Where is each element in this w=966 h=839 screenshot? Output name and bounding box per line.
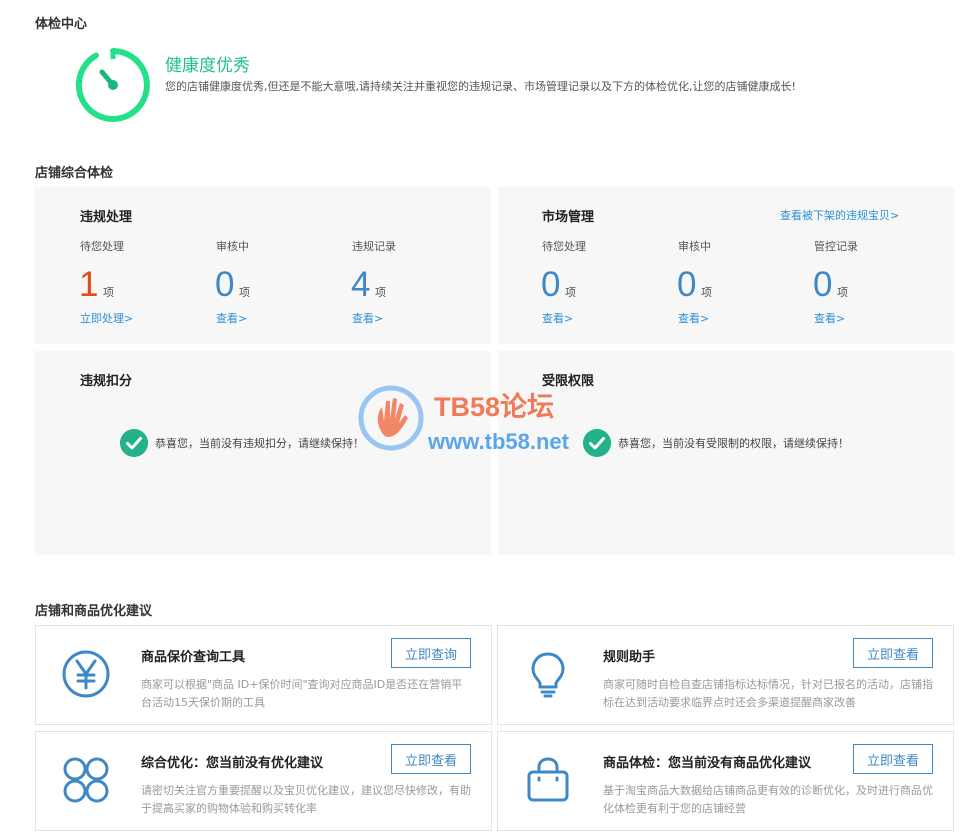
view-now-button[interactable]: 立即查看 bbox=[391, 744, 471, 774]
section-title-health: 体检中心 bbox=[35, 17, 88, 32]
stat-value-reviewing: 0 bbox=[677, 265, 697, 304]
stat-label-reviewing: 审核中 bbox=[216, 240, 249, 253]
query-now-button[interactable]: 立即查询 bbox=[391, 638, 471, 668]
stat-unit: 项 bbox=[701, 286, 712, 299]
stat-value-control: 0 bbox=[813, 265, 833, 304]
lightbulb-icon bbox=[531, 652, 565, 698]
stat-unit: 项 bbox=[837, 286, 848, 299]
stat-label-reviewing: 审核中 bbox=[678, 240, 711, 253]
suggestion-card-item-check: 商品体检：您当前没有商品优化建议 立即查看 基于淘宝商品大数据给店铺商品更有效的… bbox=[497, 731, 954, 831]
check-icon bbox=[583, 429, 611, 457]
card-title: 商品保价查询工具 bbox=[141, 650, 246, 665]
suggestion-card-rule-helper: 规则助手 立即查看 商家可随时自检自查店铺指标达标情况，针对已报名的活动，店铺指… bbox=[497, 625, 954, 725]
market-panel: 市场管理 查看被下架的违规宝贝> 待您处理 0 项 查看> 审核中 0 项 查看… bbox=[498, 187, 954, 344]
stat-unit: 项 bbox=[103, 286, 114, 299]
section-title-suggestions: 店铺和商品优化建议 bbox=[35, 604, 153, 619]
restriction-title: 受限权限 bbox=[542, 374, 595, 389]
view-pending-link[interactable]: 查看> bbox=[542, 310, 573, 326]
grid-circles-icon bbox=[63, 757, 109, 803]
card-desc: 基于淘宝商品大数据给店铺商品更有效的诊断优化，及时进行商品优化体检更有利于您的店… bbox=[603, 784, 933, 815]
shopping-bag-icon bbox=[527, 757, 569, 802]
restriction-message: 恭喜您，当前没有受限制的权限，请继续保持！ bbox=[618, 437, 849, 450]
suggestion-card-overall-optimize: 综合优化：您当前没有优化建议 立即查看 请密切关注官方重要提醒以及宝贝优化建议，… bbox=[35, 731, 492, 831]
stat-value-pending: 1 bbox=[79, 265, 99, 304]
view-records-link[interactable]: 查看> bbox=[352, 310, 383, 326]
stat-unit: 项 bbox=[565, 286, 576, 299]
stat-label-records: 违规记录 bbox=[352, 240, 396, 253]
stat-label-control: 管控记录 bbox=[814, 240, 858, 253]
health-status-title: 健康度优秀 bbox=[165, 56, 250, 76]
restriction-panel: 受限权限 恭喜您，当前没有受限制的权限，请继续保持！ bbox=[498, 351, 954, 555]
violations-title: 违规处理 bbox=[80, 210, 133, 225]
card-desc: 请密切关注官方重要提醒以及宝贝优化建议，建议您尽快修改，有助于提高买家的购物体验… bbox=[141, 784, 471, 815]
handle-now-link[interactable]: 立即处理> bbox=[80, 310, 133, 326]
stat-label-pending: 待您处理 bbox=[542, 240, 586, 253]
stat-unit: 项 bbox=[375, 286, 386, 299]
stat-value-pending: 0 bbox=[541, 265, 561, 304]
view-control-link[interactable]: 查看> bbox=[814, 310, 845, 326]
section-title-overall: 店铺综合体检 bbox=[35, 166, 114, 181]
card-desc: 商家可以根据"商品 ID+保价时间"查询对应商品ID是否还在营销平台活动15天保… bbox=[141, 678, 463, 709]
stat-unit: 项 bbox=[239, 286, 250, 299]
view-now-button[interactable]: 立即查看 bbox=[853, 638, 933, 668]
deduction-title: 违规扣分 bbox=[80, 374, 133, 389]
check-icon bbox=[120, 429, 148, 457]
card-title: 规则助手 bbox=[603, 650, 656, 665]
stat-value-reviewing: 0 bbox=[215, 265, 235, 304]
deduction-message: 恭喜您，当前没有违规扣分，请继续保持！ bbox=[155, 437, 364, 450]
view-reviewing-link[interactable]: 查看> bbox=[216, 310, 247, 326]
view-removed-items-link[interactable]: 查看被下架的违规宝贝> bbox=[780, 207, 899, 223]
card-desc: 商家可随时自检自查店铺指标达标情况，针对已报名的活动，店铺指标在达到活动要求临界… bbox=[603, 678, 933, 709]
health-gauge-icon bbox=[75, 48, 150, 122]
market-title: 市场管理 bbox=[542, 210, 595, 225]
card-title: 综合优化：您当前没有优化建议 bbox=[141, 756, 324, 771]
suggestion-card-price-protect: 商品保价查询工具 立即查询 商家可以根据"商品 ID+保价时间"查询对应商品ID… bbox=[35, 625, 492, 725]
deduction-panel: 违规扣分 恭喜您，当前没有违规扣分，请继续保持！ bbox=[35, 351, 491, 555]
health-status-desc: 您的店铺健康度优秀,但还是不能大意哦,请持续关注并重视您的违规记录、市场管理记录… bbox=[165, 80, 796, 93]
card-title: 商品体检：您当前没有商品优化建议 bbox=[603, 756, 812, 771]
view-now-button[interactable]: 立即查看 bbox=[853, 744, 933, 774]
stat-value-records: 4 bbox=[351, 265, 371, 304]
yen-icon bbox=[62, 650, 110, 698]
stat-label-pending: 待您处理 bbox=[80, 240, 124, 253]
view-reviewing-link[interactable]: 查看> bbox=[678, 310, 709, 326]
violations-panel: 违规处理 待您处理 1 项 立即处理> 审核中 0 项 查看> 违规记录 4 项… bbox=[35, 187, 491, 344]
